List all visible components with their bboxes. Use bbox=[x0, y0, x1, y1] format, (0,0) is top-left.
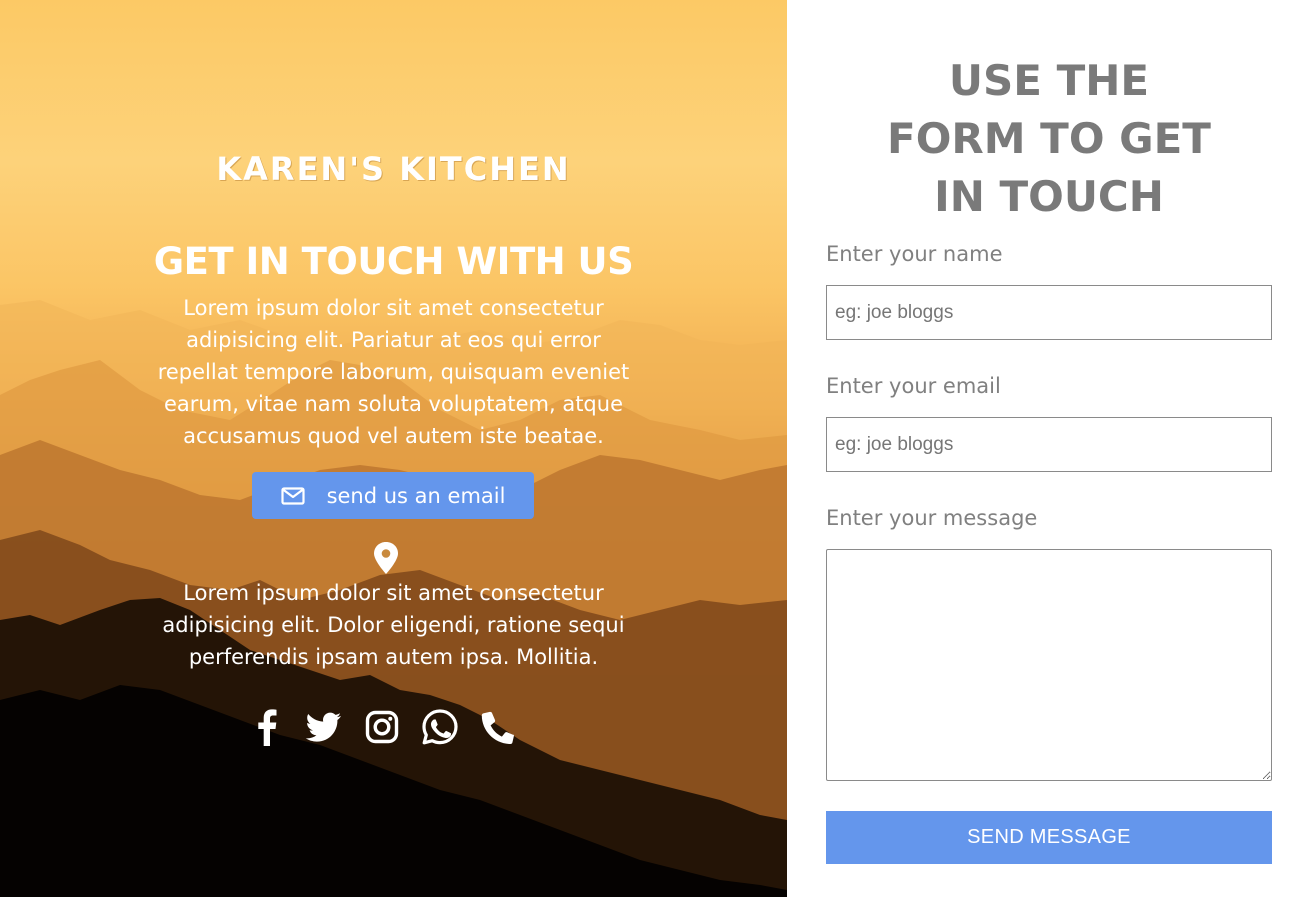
email-label: Enter your email bbox=[826, 374, 1001, 398]
phone-icon[interactable] bbox=[478, 707, 518, 747]
whatsapp-icon[interactable] bbox=[420, 707, 460, 747]
hero-content: KAREN'S KITCHEN GET IN TOUCH WITH US Lor… bbox=[0, 0, 787, 897]
location-text: Lorem ipsum dolor sit amet consectetur a… bbox=[162, 581, 625, 669]
facebook-icon[interactable] bbox=[248, 707, 286, 747]
form-title-text: USE THE FORM TO GET IN TOUCH bbox=[887, 56, 1211, 221]
form-title: USE THE FORM TO GET IN TOUCH bbox=[787, 52, 1311, 226]
contact-form-panel: USE THE FORM TO GET IN TOUCH Enter your … bbox=[787, 0, 1311, 897]
message-textarea[interactable] bbox=[826, 549, 1272, 781]
intro-text: Lorem ipsum dolor sit amet consectetur a… bbox=[157, 296, 630, 448]
message-label: Enter your message bbox=[826, 506, 1038, 530]
envelope-icon bbox=[280, 486, 305, 505]
instagram-icon[interactable] bbox=[362, 707, 402, 747]
hero-headline: GET IN TOUCH WITH US bbox=[153, 240, 634, 283]
name-field[interactable] bbox=[826, 285, 1272, 340]
brand-logo-text: KAREN'S KITCHEN bbox=[216, 150, 571, 188]
send-email-label: send us an email bbox=[326, 483, 506, 508]
send-message-button[interactable]: SEND MESSAGE bbox=[826, 811, 1272, 864]
send-email-button[interactable]: send us an email bbox=[252, 472, 534, 519]
twitter-icon[interactable] bbox=[304, 707, 344, 747]
name-label: Enter your name bbox=[826, 242, 1003, 266]
hero-panel: KAREN'S KITCHEN GET IN TOUCH WITH US Lor… bbox=[0, 0, 787, 897]
email-field[interactable] bbox=[826, 417, 1272, 472]
map-pin-icon bbox=[374, 542, 398, 574]
social-links bbox=[248, 705, 518, 749]
